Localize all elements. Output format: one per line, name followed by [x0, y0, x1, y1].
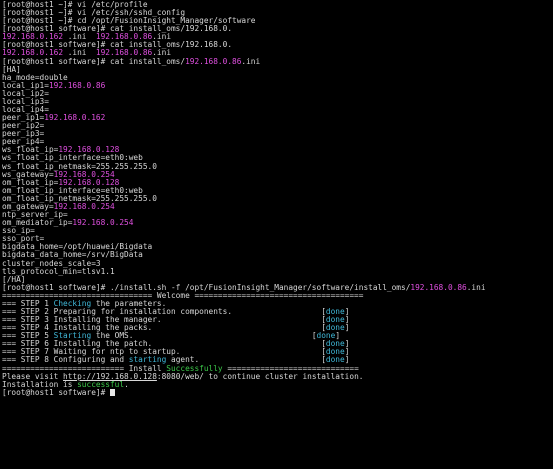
terminal-line: peer_ip1=192.168.0.162	[2, 114, 553, 122]
terminal-text: 192.168.0.86	[48, 80, 106, 90]
terminal-text: ]	[344, 323, 350, 333]
terminal-line: [root@host1 software]# cat install_oms/1…	[2, 56, 553, 66]
terminal-text: 192.168.0.162	[44, 113, 106, 123]
terminal-line: [HA]	[2, 65, 553, 74]
terminal-text: 192.168.0.254	[72, 218, 134, 228]
terminal-line: local_ip1=192.168.0.86	[2, 80, 553, 90]
terminal-text: .ini	[241, 56, 261, 66]
terminal-text: [root@host1 software]# cat install_oms/	[2, 56, 186, 66]
terminal-text: 192.168.0.86	[185, 56, 242, 66]
terminal-line: peer_ip3=	[2, 130, 553, 138]
terminal-text: [root@host1 software]#	[2, 387, 110, 397]
text-cursor	[109, 388, 115, 396]
terminal-text: 192.168.0.86	[410, 282, 467, 292]
terminal-line: [root@host1 software]#	[2, 387, 553, 397]
terminal-text: .ini	[466, 282, 486, 292]
terminal-window[interactable]: [root@host1 ~]# vi /etc/profile [root@hos…	[0, 0, 553, 469]
terminal-line: peer_ip2=	[2, 122, 553, 130]
terminal-line: sso_ip=	[2, 227, 553, 235]
terminal-text: :8080/web/ to continue cluster installat…	[156, 371, 364, 381]
terminal-line: local_ip2=	[2, 89, 553, 98]
terminal-line: tls_protocol_min=tlsv1.1	[2, 267, 553, 276]
terminal-line: local_ip3=	[2, 97, 553, 106]
terminal-line: om_gateway=192.168.0.254	[2, 202, 553, 211]
terminal-text: .	[124, 379, 129, 389]
terminal-line: om_mediator_ip=192.168.0.254	[2, 219, 553, 227]
